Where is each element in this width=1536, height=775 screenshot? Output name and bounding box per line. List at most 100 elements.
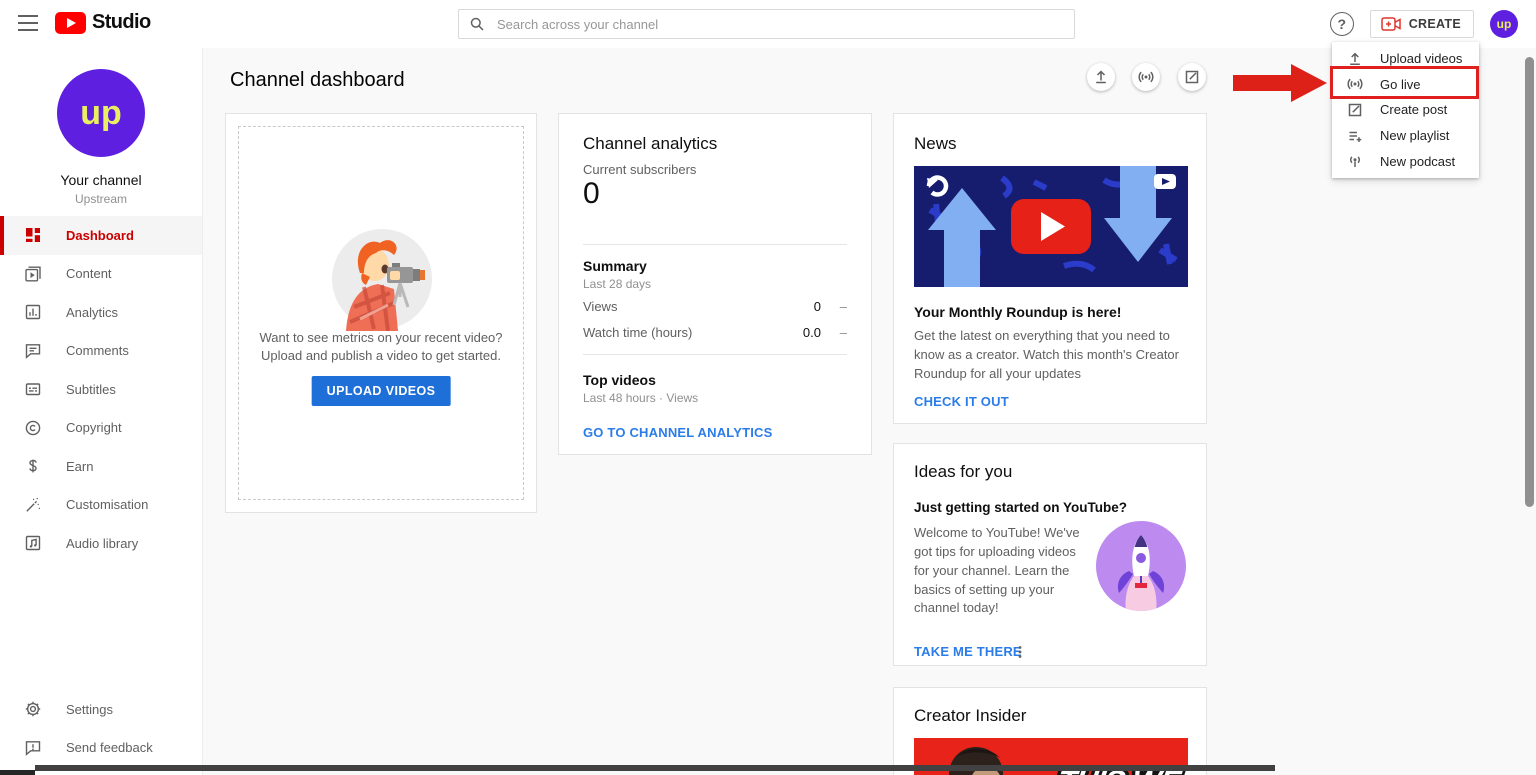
menu-item-new-podcast[interactable]: New podcast: [1332, 148, 1479, 174]
annotation-arrow-icon: [1233, 64, 1327, 102]
metric-row-watch-time: Watch time (hours) 0.0 –: [583, 325, 847, 340]
ideas-headline: Just getting started on YouTube?: [914, 500, 1128, 515]
upload-metrics-card: Want to see metrics on your recent video…: [225, 113, 537, 513]
help-icon[interactable]: ?: [1329, 12, 1354, 36]
top-videos-period: Last 48 hours · Views: [583, 391, 699, 405]
channel-avatar[interactable]: up: [57, 69, 145, 157]
rocket-illustration: [1096, 521, 1186, 611]
overflow-menu-icon[interactable]: [1012, 644, 1028, 660]
sidebar-item-earn[interactable]: Earn: [0, 447, 202, 486]
menu-icon[interactable]: [18, 15, 38, 31]
metric-label: Watch time (hours): [583, 325, 693, 340]
subtitles-icon: [25, 383, 41, 396]
news-card-title: News: [914, 134, 957, 153]
channel-handle: Upstream: [74, 192, 127, 206]
sidebar-item-label: Dashboard: [66, 227, 134, 243]
sidebar-item-label: Settings: [66, 701, 113, 717]
sidebar-item-settings[interactable]: Settings: [0, 690, 202, 729]
divider: [583, 244, 847, 245]
sidebar-item-label: Subtitles: [66, 381, 116, 397]
search-input[interactable]: [495, 15, 1074, 33]
trend-dash-icon: –: [839, 299, 847, 314]
sidebar-footer: Settings Send feedback: [0, 690, 202, 767]
take-me-there-link[interactable]: TAKE ME THERE: [914, 644, 1022, 659]
channel-name: Your channel: [60, 172, 142, 188]
top-videos-title: Top videos: [583, 372, 656, 388]
creator-insider-card: Creator Insider THIS WEEK: [893, 687, 1207, 775]
ideas-card-title: Ideas for you: [914, 462, 1013, 481]
upload-card-text-line2: Upload and publish a video to get starte…: [261, 348, 501, 363]
new-podcast-icon: [1349, 156, 1361, 168]
customisation-icon: [26, 497, 41, 512]
sidebar-item-send-feedback[interactable]: Send feedback: [0, 729, 202, 768]
analytics-card-title: Channel analytics: [583, 134, 718, 153]
summary-title: Summary: [583, 258, 647, 274]
youtube-studio-logo[interactable]: Studio: [55, 11, 151, 34]
sidebar-item-label: Send feedback: [66, 740, 153, 756]
create-post-button[interactable]: [1178, 63, 1206, 91]
trend-dash-icon: –: [839, 325, 847, 340]
create-post-icon: [1185, 70, 1199, 84]
sidebar-item-dashboard[interactable]: Dashboard: [0, 216, 202, 255]
sidebar-item-label: Earn: [66, 458, 94, 474]
search-icon: [470, 17, 484, 31]
sidebar-item-customisation[interactable]: Customisation: [0, 486, 202, 525]
earn-icon: [29, 459, 37, 473]
divider: [583, 354, 847, 355]
youtube-play-icon: [55, 11, 86, 34]
news-body: Get the latest on everything that you ne…: [914, 328, 1179, 381]
menu-item-create-post[interactable]: Create post: [1332, 97, 1479, 123]
studio-wordmark: Studio: [92, 11, 151, 33]
comments-icon: [25, 343, 41, 359]
upload-video-button[interactable]: [1087, 63, 1115, 91]
go-live-icon: [1138, 71, 1154, 83]
sidebar-item-analytics[interactable]: Analytics: [0, 293, 202, 332]
ideas-for-you-card: Ideas for you Just getting started on Yo…: [893, 443, 1207, 666]
sidebar-item-label: Comments: [66, 343, 129, 359]
vertical-scrollbar-thumb[interactable]: [1525, 57, 1534, 507]
sidebar-item-copyright[interactable]: Copyright: [0, 409, 202, 448]
bottom-window-edge-corner: [0, 770, 35, 775]
page-title: Channel dashboard: [230, 69, 405, 91]
cameraman-illustration: [332, 229, 432, 331]
current-subscribers-label: Current subscribers: [583, 162, 697, 177]
sidebar-item-label: Copyright: [66, 420, 122, 436]
menu-item-label: Upload videos: [1380, 51, 1463, 67]
create-button-label: CREATE: [1408, 17, 1461, 31]
search-bar: [458, 9, 1075, 39]
sidebar-item-audio-library[interactable]: Audio library: [0, 524, 202, 563]
sidebar-item-label: Audio library: [66, 535, 139, 551]
news-headline: Your Monthly Roundup is here!: [914, 304, 1122, 320]
upload-card-text-line1: Want to see metrics on your recent video…: [259, 330, 503, 345]
content-icon: [25, 266, 41, 282]
news-card: News Your Monthly Roundup is here! Get t…: [893, 113, 1207, 424]
sidebar-item-subtitles[interactable]: Subtitles: [0, 370, 202, 409]
summary-period: Last 28 days: [583, 277, 652, 291]
create-button[interactable]: CREATE: [1369, 10, 1474, 38]
go-live-button[interactable]: [1132, 63, 1160, 91]
create-video-icon: [1380, 17, 1401, 31]
feedback-icon: [25, 740, 41, 756]
upload-videos-button[interactable]: UPLOAD VIDEOS: [311, 376, 451, 406]
sidebar-item-label: Customisation: [66, 497, 149, 513]
bottom-window-edge: [35, 765, 1275, 771]
upload-icon: [1096, 70, 1106, 84]
go-to-channel-analytics-link[interactable]: GO TO CHANNEL ANALYTICS: [583, 425, 773, 440]
sidebar-item-content[interactable]: Content: [0, 255, 202, 294]
new-playlist-icon: [1349, 131, 1362, 142]
current-subscribers-value: 0: [583, 177, 600, 210]
sidebar-item-comments[interactable]: Comments: [0, 332, 202, 371]
news-thumbnail[interactable]: [914, 166, 1188, 287]
check-it-out-link[interactable]: CHECK IT OUT: [914, 394, 1009, 409]
dashboard-icon: [26, 228, 40, 243]
account-avatar[interactable]: up: [1490, 10, 1518, 38]
analytics-icon: [25, 305, 41, 320]
metric-value: 0.0: [802, 325, 821, 340]
annotation-highlight-box: [1330, 66, 1479, 99]
copyright-icon: [25, 420, 41, 436]
create-post-icon: [1348, 103, 1362, 117]
menu-item-new-playlist[interactable]: New playlist: [1332, 123, 1479, 149]
sidebar-nav: Dashboard Content Analytics Comments Sub…: [0, 216, 202, 563]
insider-card-title: Creator Insider: [914, 706, 1027, 725]
menu-item-label: New playlist: [1380, 128, 1450, 144]
